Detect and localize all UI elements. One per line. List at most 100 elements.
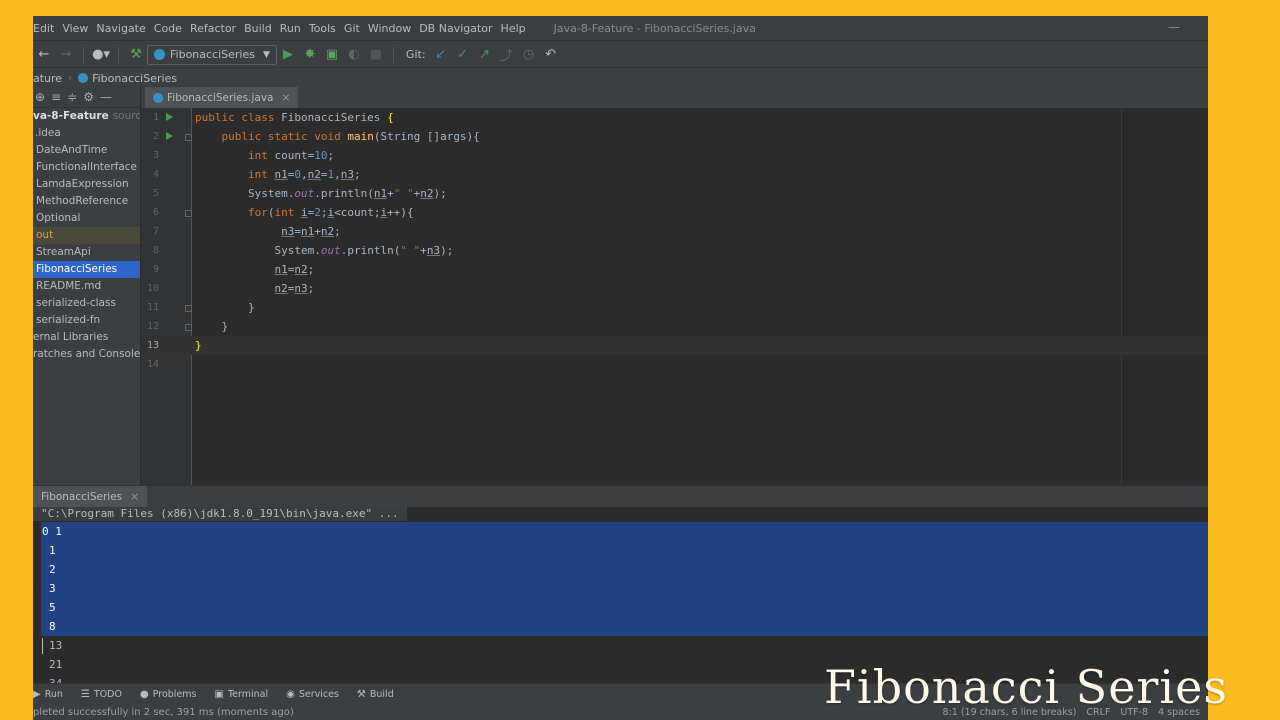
line-number: 8 xyxy=(152,245,159,256)
code-text: n2=n3; xyxy=(274,282,315,295)
toolbar-separator xyxy=(83,46,84,63)
tool-tab-label: Build xyxy=(369,689,394,700)
menu-run[interactable]: Run xyxy=(280,22,301,35)
breadcrumb: ature › FibonacciSeries xyxy=(33,67,1208,88)
tree-item-optional[interactable]: Optional xyxy=(33,210,140,227)
tool-tab-run[interactable]: ▶ Run xyxy=(33,689,63,700)
history-icon[interactable]: ◷ xyxy=(520,46,538,64)
profile-icon[interactable]: ◐ xyxy=(345,46,363,64)
tree-item-label: serialized-class xyxy=(36,297,116,309)
menu-build[interactable]: Build xyxy=(244,22,272,35)
back-arrow-icon[interactable]: ← xyxy=(35,46,53,64)
menu-git[interactable]: Git xyxy=(344,22,360,35)
menu-code[interactable]: Code xyxy=(154,22,182,35)
breadcrumb-file[interactable]: FibonacciSeries xyxy=(92,72,177,85)
tree-item-functionalinterface[interactable]: FunctionalInterface xyxy=(33,159,140,176)
tree-item-readme[interactable]: README.md xyxy=(33,278,140,295)
ide-window: Edit View Navigate Code Refactor Build R… xyxy=(33,16,1208,720)
stop-icon[interactable]: ■ xyxy=(367,46,385,64)
menu-tools[interactable]: Tools xyxy=(309,22,336,35)
code-line: 8 System.out.println(" "+n3); xyxy=(141,241,1208,260)
line-number: 6 xyxy=(152,207,159,218)
project-toolbar: ⊕ ≡ ≑ ⚙ — xyxy=(33,87,140,108)
tree-item-lamdaexpression[interactable]: LamdaExpression xyxy=(33,176,140,193)
menu-window[interactable]: Window xyxy=(368,22,411,35)
services-icon: ◉ xyxy=(286,689,295,700)
code-editor[interactable]: 1 public class FibonacciSeries { 2 publi… xyxy=(141,108,1208,498)
tool-tab-todo[interactable]: ☰ TODO xyxy=(81,689,122,700)
fold-icon[interactable] xyxy=(185,324,192,331)
undo-icon[interactable]: ↶ xyxy=(542,46,560,64)
console-output-line: 1 xyxy=(49,544,56,557)
menu-db-navigator[interactable]: DB Navigator xyxy=(419,22,492,35)
git-label: Git: xyxy=(405,48,426,61)
tree-item-label: README.md xyxy=(36,280,102,292)
fold-icon[interactable] xyxy=(185,305,192,312)
tree-item-idea[interactable]: .idea xyxy=(33,125,140,142)
tree-item-fibonacciseries[interactable]: FibonacciSeries xyxy=(33,261,140,278)
menu-navigate[interactable]: Navigate xyxy=(96,22,145,35)
fold-icon[interactable] xyxy=(185,210,192,217)
tree-root-label: va-8-Feature xyxy=(33,110,109,122)
close-icon[interactable]: × xyxy=(130,491,139,503)
tree-item-label: StreamApi xyxy=(36,246,91,258)
run-icon[interactable]: ▶ xyxy=(279,46,297,64)
line-number: 7 xyxy=(152,226,159,237)
menu-help[interactable]: Help xyxy=(501,22,526,35)
menu-refactor[interactable]: Refactor xyxy=(190,22,236,35)
locate-icon[interactable]: ⊕ xyxy=(35,90,45,104)
git-push-icon[interactable]: ↗ xyxy=(476,46,494,64)
run-tab-fibonacciseries[interactable]: FibonacciSeries × xyxy=(33,486,147,508)
code-line-current: 13 } xyxy=(141,336,1208,355)
breadcrumb-project[interactable]: ature xyxy=(33,72,62,85)
expand-all-icon[interactable]: ≡ xyxy=(51,90,61,104)
tree-item-label: Optional xyxy=(36,212,81,224)
tool-tab-services[interactable]: ◉ Services xyxy=(286,689,339,700)
menu-view[interactable]: View xyxy=(62,22,88,35)
run-console[interactable]: "C:\Program Files (x86)\jdk1.8.0_191\bin… xyxy=(33,507,1208,683)
coverage-icon[interactable]: ▣ xyxy=(323,46,341,64)
collapse-all-icon[interactable]: ≑ xyxy=(67,90,77,104)
tree-item-serialized-class[interactable]: serialized-class xyxy=(33,295,140,312)
tree-root[interactable]: va-8-Featuresources ro xyxy=(33,108,140,125)
forward-arrow-icon[interactable]: → xyxy=(57,46,75,64)
line-number: 11 xyxy=(146,302,159,313)
code-line: 1 public class FibonacciSeries { xyxy=(141,108,1208,127)
tree-item-serialized-fn[interactable]: serialized-fn xyxy=(33,312,140,329)
minimize-icon[interactable]: — xyxy=(1168,20,1180,34)
hide-panel-icon[interactable]: — xyxy=(100,90,112,104)
tool-tab-label: Run xyxy=(44,689,63,700)
close-icon[interactable]: × xyxy=(281,92,290,104)
tree-item-methodreference[interactable]: MethodReference xyxy=(33,193,140,210)
build-hammer-icon[interactable]: ⚒ xyxy=(127,46,145,64)
console-output-line: 3 xyxy=(49,582,56,595)
tool-tab-label: TODO xyxy=(93,689,122,700)
debug-icon[interactable]: ✸ xyxy=(301,46,319,64)
tool-tab-problems[interactable]: ● Problems xyxy=(140,689,197,700)
menu-edit[interactable]: Edit xyxy=(33,22,54,35)
git-commit-icon[interactable]: ✓ xyxy=(454,46,472,64)
fold-icon[interactable] xyxy=(185,134,192,141)
code-line: 3 int count=10; xyxy=(141,146,1208,165)
tree-item-label: serialized-fn xyxy=(36,314,101,326)
git-compare-icon[interactable]: ⤴ xyxy=(498,46,516,64)
git-update-icon[interactable]: ↙ xyxy=(432,46,450,64)
user-icon[interactable]: ●▾ xyxy=(92,46,110,64)
gear-icon[interactable]: ⚙ xyxy=(83,90,94,104)
run-gutter-icon[interactable] xyxy=(166,132,173,140)
tree-item-scratches[interactable]: ratches and Consoles xyxy=(33,346,140,363)
tool-tab-build[interactable]: ⚒ Build xyxy=(357,689,394,700)
code-line: 7 n3=n1+n2; xyxy=(141,222,1208,241)
run-gutter-icon[interactable] xyxy=(166,113,173,121)
tree-item-out[interactable]: out xyxy=(33,227,140,244)
info-icon: ● xyxy=(139,689,149,700)
code-text: } xyxy=(195,339,202,352)
class-icon xyxy=(153,92,163,103)
tree-item-streamapi[interactable]: StreamApi xyxy=(33,244,140,261)
run-config-dropdown[interactable]: FibonacciSeries ▼ xyxy=(147,44,277,65)
tree-item-dateandtime[interactable]: DateAndTime xyxy=(33,142,140,159)
tool-tab-label: Problems xyxy=(152,689,197,700)
tool-tab-terminal[interactable]: ▣ Terminal xyxy=(215,689,269,700)
tree-item-external-libraries[interactable]: ernal Libraries xyxy=(33,329,140,346)
tab-fibonacciseries-java[interactable]: FibonacciSeries.java × xyxy=(145,87,299,110)
